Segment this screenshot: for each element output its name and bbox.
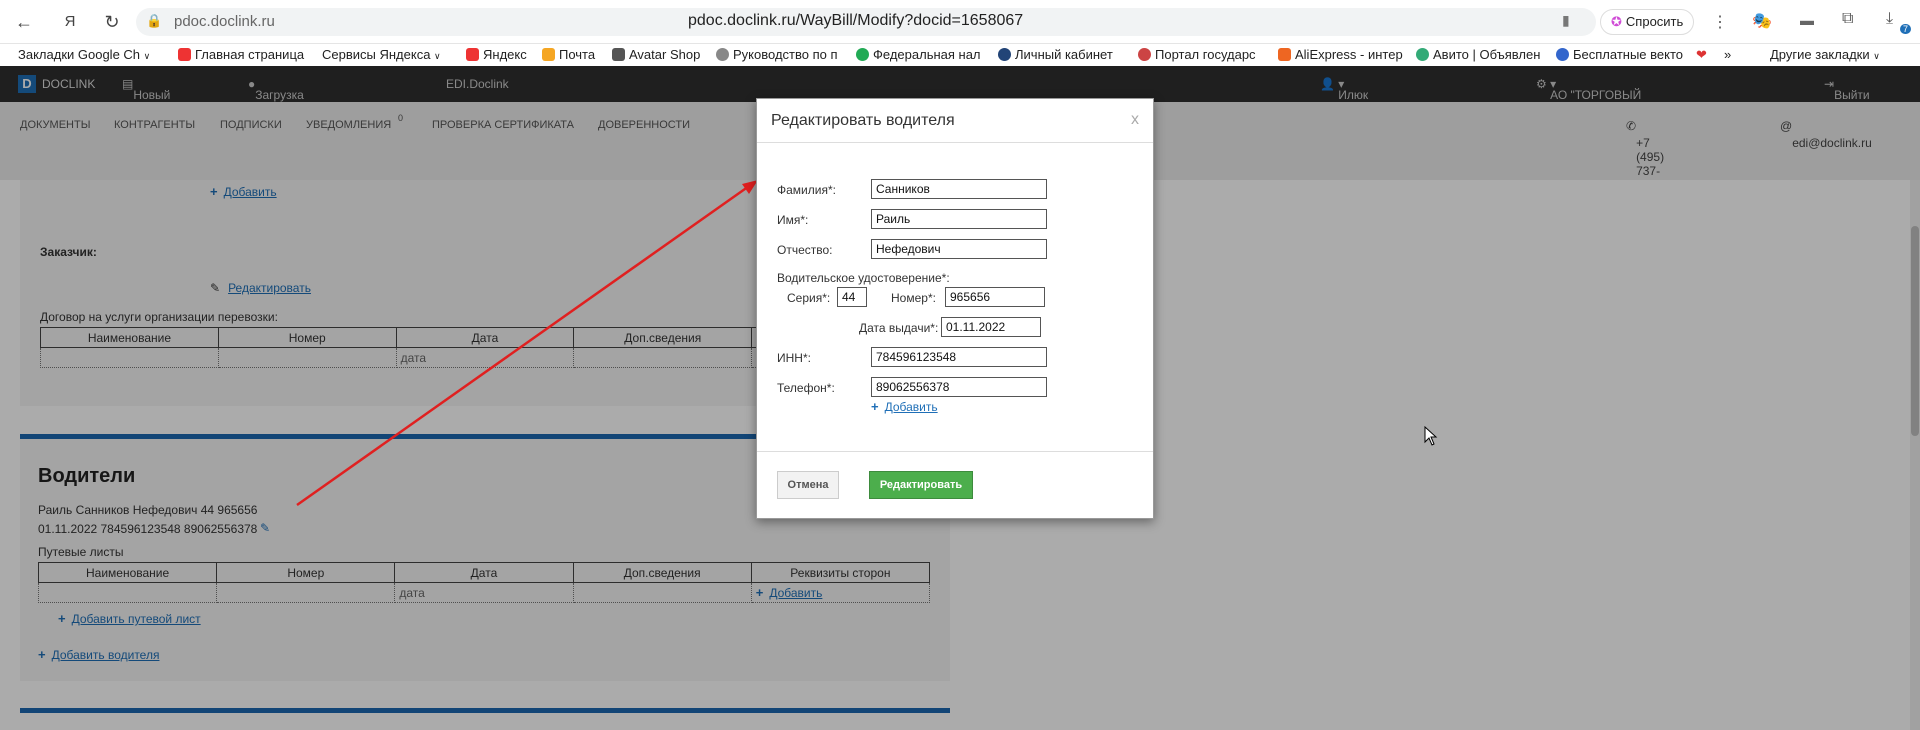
inn-label: ИНН*: (777, 351, 811, 365)
number-input[interactable] (945, 287, 1045, 307)
mouse-cursor-icon (1424, 426, 1438, 446)
issue-date-label: Дата выдачи*: (859, 321, 939, 335)
name-input[interactable] (871, 209, 1047, 229)
edit-driver-dialog: Редактировать водителя x Фамилия*: Имя*:… (756, 98, 1154, 519)
number-label: Номер*: (891, 291, 936, 305)
dialog-title: Редактировать водителя (771, 112, 955, 129)
add-phone-link[interactable]: + Добавить (871, 399, 938, 414)
surname-label: Фамилия*: (777, 183, 836, 197)
patronymic-label: Отчество: (777, 243, 833, 257)
phone-label: Телефон*: (777, 381, 835, 395)
inn-input[interactable] (871, 347, 1047, 367)
cancel-button[interactable]: Отмена (777, 471, 839, 499)
issue-date-input[interactable] (941, 317, 1041, 337)
series-label: Серия*: (787, 291, 831, 305)
phone-input[interactable] (871, 377, 1047, 397)
dialog-header: Редактировать водителя x (757, 99, 1153, 143)
patronymic-input[interactable] (871, 239, 1047, 259)
series-input[interactable] (837, 287, 867, 307)
surname-input[interactable] (871, 179, 1047, 199)
name-label: Имя*: (777, 213, 809, 227)
submit-edit-button[interactable]: Редактировать (869, 471, 973, 499)
dialog-footer-divider (757, 451, 1153, 452)
license-label: Водительское удостоверение*: (777, 271, 950, 285)
close-icon[interactable]: x (1131, 111, 1139, 129)
